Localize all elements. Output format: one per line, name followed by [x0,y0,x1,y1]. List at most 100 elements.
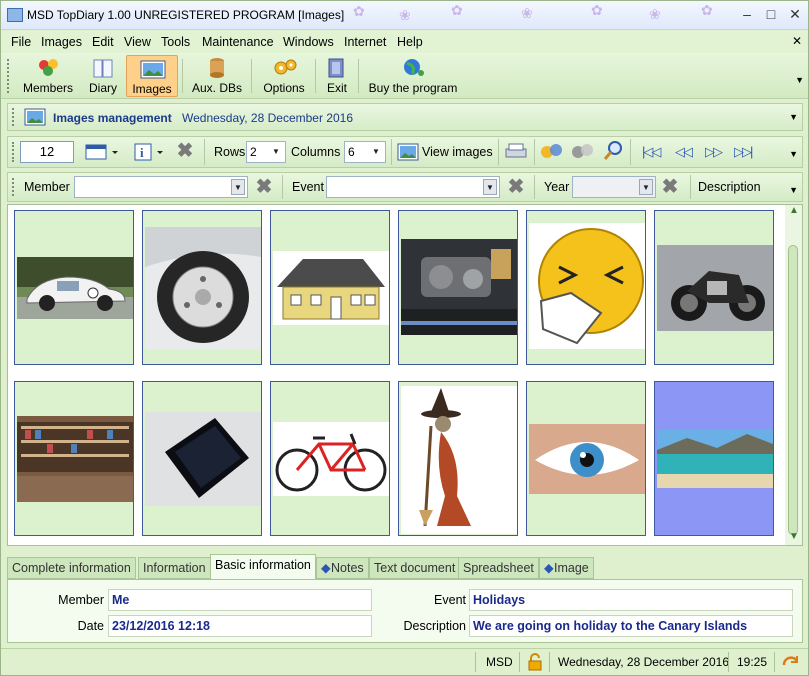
image-thumbnail-beach-selected[interactable] [654,381,774,536]
clear-x-icon[interactable]: ✖ [175,141,195,161]
chevron-down-icon: ▼ [372,147,380,156]
toolbar-overflow-icon[interactable]: ▼ [789,185,798,195]
info-dropdown[interactable]: i [132,141,166,163]
scrollbar-thumb[interactable] [788,245,798,535]
color-balance-icon[interactable] [539,141,565,164]
image-thumbnail-sneezing-emoji[interactable] [526,210,646,365]
tab-spreadsheet[interactable]: Spreadsheet [458,557,539,579]
image-grid: ▲ ▼ [7,204,803,546]
tab-notes[interactable]: ◆ Notes [316,557,369,579]
images-icon [24,108,46,129]
close-button[interactable]: ✕ [783,5,807,23]
maximize-button[interactable]: □ [759,5,783,23]
menu-tools[interactable]: Tools [161,35,190,49]
menu-internet[interactable]: Internet [344,35,386,49]
image-thumbnail-car-wheel[interactable] [142,210,262,365]
menu-images[interactable]: Images [41,35,82,49]
next-page-icon[interactable]: ▷▷ [705,144,723,160]
main-toolbar: Members Diary Images Aux. DBs Options Ex… [1,53,808,99]
status-separator [519,652,520,672]
bullet-icon: ◆ [544,561,554,575]
image-thumbnail-beetle-car[interactable] [14,210,134,365]
rows-select[interactable]: 2 ▼ [246,141,286,163]
scroll-down-icon[interactable]: ▼ [789,531,799,542]
buy-program-button[interactable]: Buy the program [365,55,461,97]
zoom-magnifier-icon[interactable] [602,140,624,165]
image-thumbnail-house[interactable] [270,210,390,365]
image-thumbnail-motorcycle[interactable] [654,210,774,365]
aux-dbs-button[interactable]: Aux. DBs [189,55,245,97]
tab-information[interactable]: Information [138,557,211,579]
members-button[interactable]: Members [17,55,79,97]
toolbar-separator [182,59,183,93]
year-filter-select[interactable]: ▼ [572,176,656,198]
columns-label: Columns [291,145,341,159]
date-value[interactable]: 23/12/2016 12:18 [108,615,372,637]
options-button[interactable]: Options [258,55,310,97]
minimize-button[interactable]: – [735,5,759,23]
view-images-button[interactable]: View images [395,141,495,163]
toolbar-grip[interactable] [7,59,10,93]
toolbar-overflow-icon[interactable]: ▼ [795,75,804,85]
description-value[interactable]: We are going on holiday to the Canary Is… [469,615,793,637]
refresh-icon[interactable] [781,653,801,674]
image-thumbnail-bicycle[interactable] [270,381,390,536]
app-icon [7,8,23,22]
image-thumbnail-shop-shelves[interactable] [14,381,134,536]
image-thumbnail-smartphone[interactable] [142,381,262,536]
last-page-icon[interactable]: ▷▷| [734,144,753,160]
image-thumbnail-engine[interactable] [398,210,518,365]
header-date: Wednesday, 28 December 2016 [182,111,353,125]
header-overflow-icon[interactable]: ▼ [789,112,798,122]
member-filter-label: Member [24,180,70,194]
date-label: Date [77,619,104,633]
grid-vertical-scrollbar[interactable]: ▲ ▼ [785,205,802,545]
toolbar-grip [12,142,15,162]
tab-text-document[interactable]: Text document [369,557,461,579]
image-thumbnail-witch[interactable] [398,381,518,536]
exit-door-icon [325,57,349,79]
image-thumbnail-eye[interactable] [526,381,646,536]
status-separator [475,652,476,672]
previous-page-icon[interactable]: ◁◁ [675,144,693,160]
scroll-up-icon[interactable]: ▲ [789,205,799,216]
exit-button[interactable]: Exit [321,55,353,97]
menu-help[interactable]: Help [397,35,423,49]
title-bar: MSD TopDiary 1.00 UNREGISTERED PROGRAM [… [1,1,808,30]
mdi-close-icon[interactable]: ✕ [792,34,802,48]
menu-edit[interactable]: Edit [92,35,114,49]
menu-maintenance[interactable]: Maintenance [202,35,274,49]
scanner-icon[interactable] [504,141,528,164]
member-value[interactable]: Me [108,589,372,611]
layout-dropdown[interactable] [82,141,120,163]
toolbar-separator [204,139,205,165]
flower-decoration-icon: ✿ [591,2,603,18]
status-time: 19:25 [737,655,768,669]
image-controls-toolbar: 12 i ✖ Rows 2 ▼ Columns 6 ▼ View images |◁… [7,136,803,168]
image-count-field[interactable]: 12 [20,141,74,163]
toolbar-overflow-icon[interactable]: ▼ [789,149,798,159]
menu-file[interactable]: File [11,35,31,49]
columns-select[interactable]: 6 ▼ [344,141,386,163]
flower-decoration-icon: ✿ [701,2,713,18]
menu-view[interactable]: View [124,35,151,49]
toolbar-separator [315,59,316,93]
chevron-down-icon: ▼ [272,147,280,156]
first-page-icon[interactable]: |◁◁ [642,144,661,160]
member-label: Member [58,593,104,607]
padlock-icon[interactable] [526,653,544,674]
event-value[interactable]: Holidays [469,589,793,611]
images-button[interactable]: Images [126,55,178,97]
event-filter-select[interactable]: ▼ [326,176,500,198]
menu-windows[interactable]: Windows [283,35,334,49]
tab-image[interactable]: ◆ Image [539,557,594,579]
tab-basic-information[interactable]: Basic information [210,554,316,580]
clear-year-x-icon[interactable]: ✖ [660,177,680,197]
clear-event-x-icon[interactable]: ✖ [506,177,526,197]
status-separator [549,652,550,672]
clear-member-x-icon[interactable]: ✖ [254,177,274,197]
member-filter-select[interactable]: ▼ [74,176,248,198]
grayscale-icon[interactable] [570,141,596,164]
tab-complete-information[interactable]: Complete information [7,557,136,579]
diary-button[interactable]: Diary [83,55,123,97]
